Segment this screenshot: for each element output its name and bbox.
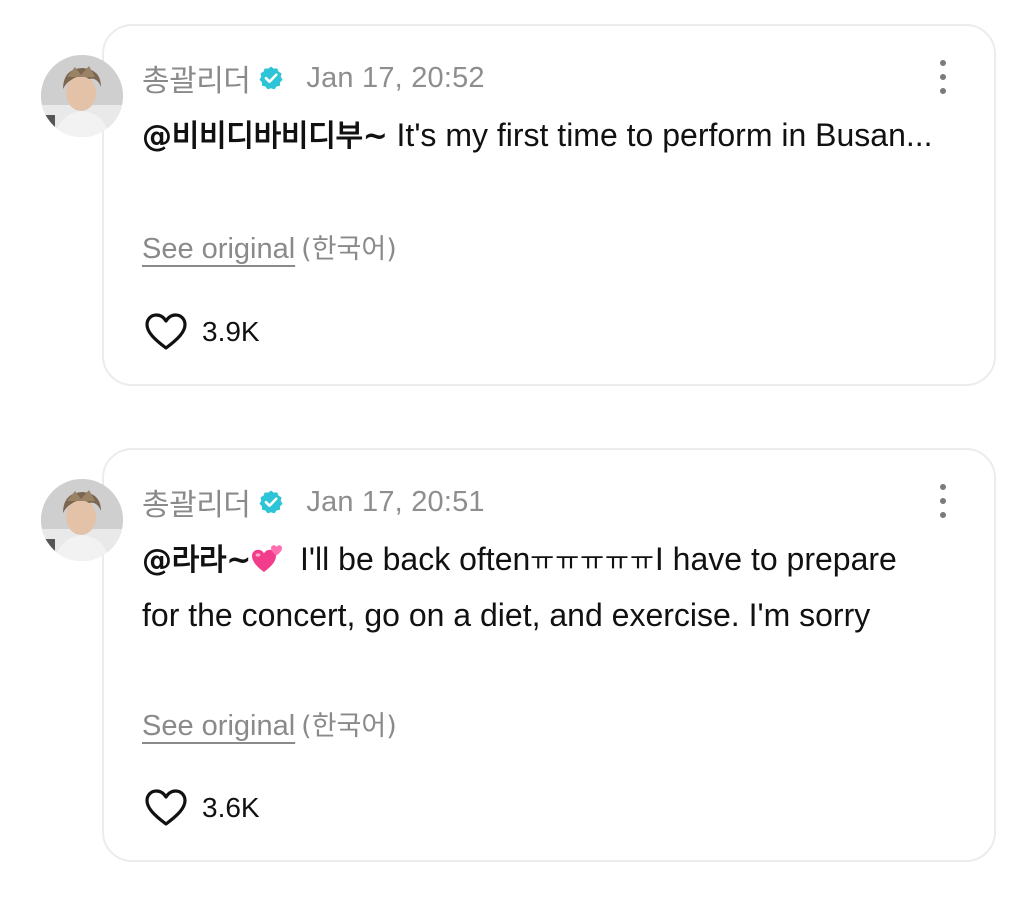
like-count: 3.6K	[202, 792, 260, 823]
comment-body-korean: ㅠㅠㅠㅠㅠ	[530, 547, 655, 577]
verified-badge-icon	[259, 490, 283, 514]
comment-text: @라라~ I'll be back oftenㅠㅠㅠㅠㅠI have to pr…	[142, 533, 942, 642]
original-language: (한국어)	[301, 711, 397, 742]
translation-row: See original (한국어)	[142, 227, 397, 266]
mention-link[interactable]: @라라~	[142, 543, 251, 578]
heart-icon	[145, 789, 187, 826]
see-original-link[interactable]: See original	[142, 710, 295, 742]
comment-card: 총괄리더 Jan 17, 20:52 @비비디바비디부~ It's my fir…	[41, 24, 996, 386]
avatar[interactable]	[41, 55, 123, 137]
comment-header: 총괄리더 Jan 17, 20:51	[142, 480, 485, 524]
comment-body-start: I'll be back often	[300, 541, 531, 577]
comment-body: It's my first time to perform in Busan..…	[396, 117, 933, 153]
more-options-icon[interactable]	[936, 60, 950, 94]
avatar[interactable]	[41, 479, 123, 561]
mention-link[interactable]: @비비디바비디부~	[142, 119, 388, 154]
author-name[interactable]: 총괄리더	[142, 480, 251, 524]
comment-header: 총괄리더 Jan 17, 20:52	[142, 56, 485, 100]
timestamp: Jan 17, 20:51	[306, 485, 485, 518]
like-count: 3.9K	[202, 316, 260, 347]
comment-card: 총괄리더 Jan 17, 20:51 @라라~ I'll be back oft…	[41, 448, 996, 862]
more-options-icon[interactable]	[936, 484, 950, 518]
author-name[interactable]: 총괄리더	[142, 56, 251, 100]
two-hearts-emoji-icon	[252, 545, 283, 572]
original-language: (한국어)	[301, 234, 397, 265]
comment-text: @비비디바비디부~ It's my first time to perform …	[142, 109, 942, 163]
heart-icon	[145, 313, 187, 350]
translation-row: See original (한국어)	[142, 704, 397, 743]
timestamp: Jan 17, 20:52	[306, 61, 485, 94]
like-button[interactable]: 3.6K	[144, 788, 260, 828]
see-original-link[interactable]: See original	[142, 233, 295, 265]
verified-badge-icon	[259, 66, 283, 90]
like-button[interactable]: 3.9K	[144, 312, 260, 352]
